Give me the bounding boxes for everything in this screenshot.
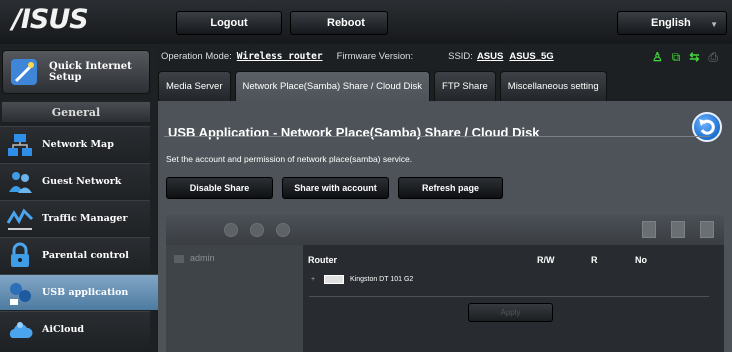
page-description: Set the account and permission of networ… [166,154,413,164]
sidebar-item-label: Guest Network [42,176,122,187]
sidebar-item-aicloud[interactable]: AiCloud [0,311,150,347]
tab-bar: Media Server Network Place(Samba) Share … [158,71,611,101]
tab-miscellaneous-setting[interactable]: Miscellaneous setting [499,71,607,101]
table-divider [309,296,709,297]
expand-icon[interactable]: + [311,276,318,283]
title-divider [164,136,710,137]
delete-folder-icon[interactable] [671,221,685,238]
user-icon[interactable]: ♙ [652,50,663,65]
account-list: admin [166,245,303,352]
quick-internet-setup-button[interactable]: Quick Internet Setup [2,50,150,94]
network-map-icon [6,131,34,159]
status-info-row: Operation Mode: Wireless router Firmware… [161,44,732,68]
column-no-access: No [635,255,647,265]
lock-icon [6,242,34,270]
tab-media-server[interactable]: Media Server [158,71,231,101]
column-router: Router [308,255,337,265]
share-with-account-button[interactable]: Share with account [282,177,389,199]
share-toolbar [166,215,724,245]
sidebar-item-label: USB application [42,287,129,298]
reboot-button[interactable]: Reboot [290,11,388,35]
sidebar-item-guest-network[interactable]: Guest Network [0,163,150,199]
sidebar-item-parental-control[interactable]: Parental control [0,237,150,273]
wand-icon [9,57,39,87]
router-admin-page: /ISUS Logout Reboot English ▼ Operation … [0,0,732,352]
ssid-link-2g[interactable]: ASUS [477,51,503,62]
add-folder-icon[interactable] [642,221,656,238]
share-settings-area: admin Router R/W R No + Kingston DT 101 … [166,215,724,352]
apply-button[interactable]: Apply [468,303,553,322]
logout-button[interactable]: Logout [176,11,282,35]
guest-network-icon [6,168,34,196]
device-name: Kingston DT 101 G2 [350,276,414,283]
back-icon[interactable] [692,112,722,142]
sidebar-item-label: Traffic Manager [42,213,128,224]
general-section-header: General [2,102,150,122]
tab-network-place-share[interactable]: Network Place(Samba) Share / Cloud Disk [234,71,431,101]
rename-folder-icon[interactable] [700,221,714,238]
sidebar-item-usb-application[interactable]: USB application [0,274,166,310]
page-title: USB Application - Network Place(Samba) S… [168,125,540,140]
sidebar-item-label: AiCloud [42,324,85,335]
disable-share-button[interactable]: Disable Share [166,177,273,199]
operation-mode-link[interactable]: Wireless router [237,51,323,62]
asus-logo: /ISUS [12,4,89,35]
language-select[interactable]: English ▼ [617,11,727,35]
sidebar-item-label: Parental control [42,250,129,261]
add-account-icon[interactable] [224,223,238,237]
usb-drive-icon [324,275,344,284]
sidebar-item-traffic-manager[interactable]: Traffic Manager [0,200,150,236]
chevron-down-icon: ▼ [710,20,718,29]
top-bar: /ISUS Logout Reboot English ▼ [0,0,732,44]
usb-app-icon [6,279,34,307]
ssid-link-5g[interactable]: ASUS_5G [509,51,553,62]
folder-permission-table: Router R/W R No + Kingston DT 101 G2 App… [303,245,724,352]
remove-account-icon[interactable] [250,223,264,237]
edit-account-icon[interactable] [276,223,290,237]
cloud-icon [6,316,34,344]
column-read-write: R/W [537,255,555,265]
copy-icon[interactable]: ⧉ [672,50,681,65]
operation-mode-label: Operation Mode: [161,50,232,62]
status-icons: ♙ ⧉ ⇆ ⎙ [652,50,718,65]
firmware-version-label: Firmware Version: [336,50,414,62]
sidebar: Quick Internet Setup General Network Map [0,44,166,352]
traffic-manager-icon [6,205,34,233]
device-tree-item[interactable]: + Kingston DT 101 G2 [311,275,413,284]
tab-ftp-share[interactable]: FTP Share [434,71,496,101]
sidebar-item-label: Network Map [42,139,114,150]
ssid-label: SSID: [448,50,473,62]
language-value: English [651,17,691,29]
refresh-page-button[interactable]: Refresh page [398,177,503,199]
printer-icon[interactable]: ⎙ [708,50,718,65]
sidebar-item-network-map[interactable]: Network Map [0,126,150,162]
column-read: R [591,255,598,265]
quick-internet-setup-label: Quick Internet Setup [49,61,132,83]
account-item[interactable]: admin [174,253,215,263]
usb-icon[interactable]: ⇆ [689,50,699,65]
main-panel: USB Application - Network Place(Samba) S… [158,101,732,352]
